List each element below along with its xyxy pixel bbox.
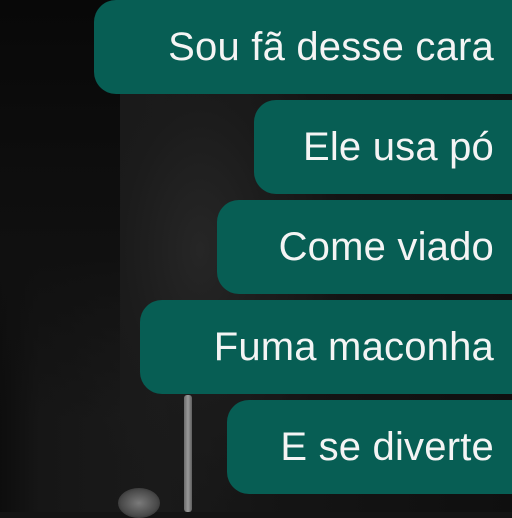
message-text: Fuma maconha [213,325,494,369]
message-bubble[interactable]: Come viado [217,200,512,294]
message-bubble[interactable]: Ele usa pó [254,100,512,194]
message-text: E se diverte [280,425,494,469]
message-text: Come viado [278,225,494,269]
message-bubble[interactable]: Fuma maconha [140,300,512,394]
message-list: Sou fã desse cara Ele usa pó Come viado … [0,0,512,512]
message-text: Ele usa pó [302,125,494,169]
message-bubble[interactable]: Sou fã desse cara [94,0,512,94]
message-text: Sou fã desse cara [168,25,494,69]
message-bubble[interactable]: E se diverte [227,400,512,494]
